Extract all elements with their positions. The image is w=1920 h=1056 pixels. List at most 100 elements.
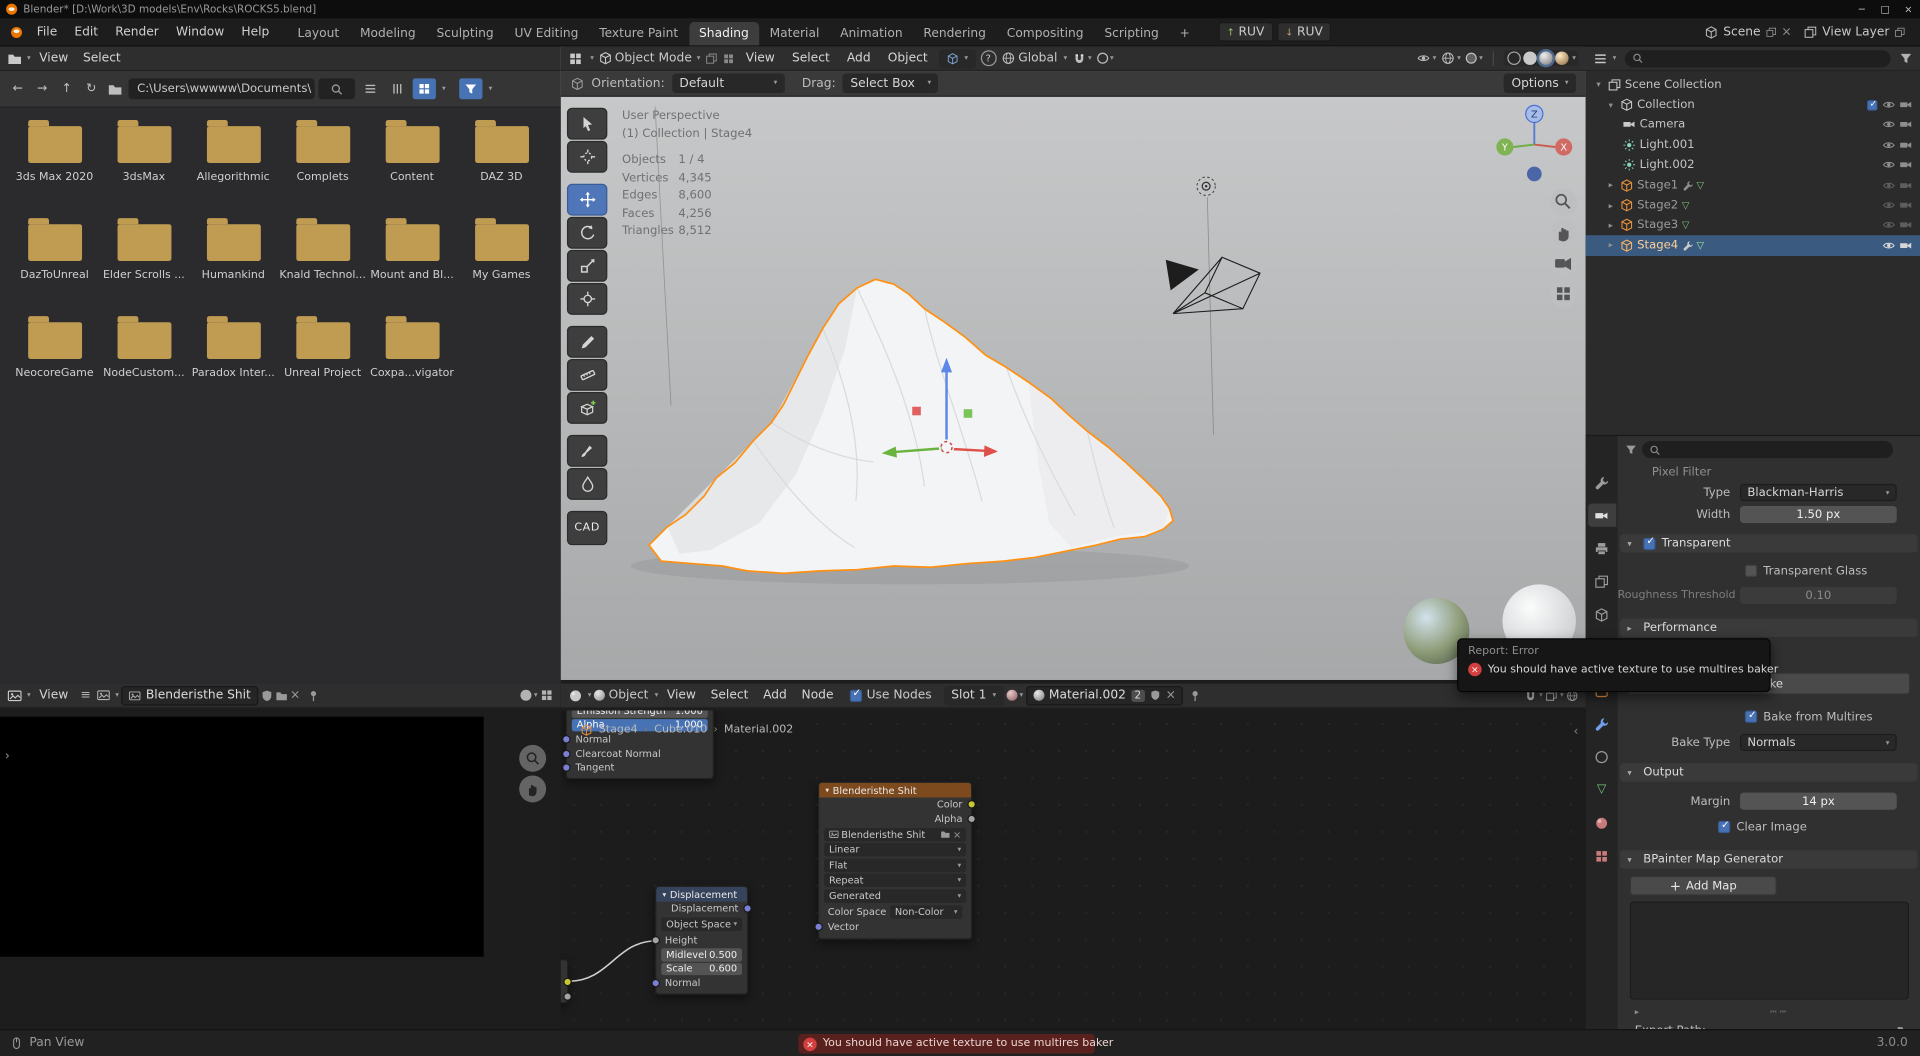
hide-eye-icon[interactable] (1882, 199, 1895, 212)
filter-width-slider[interactable]: 1.50 px (1740, 506, 1897, 523)
disable-render-icon[interactable] (1899, 138, 1912, 151)
mode-dropdown[interactable]: Object Mode (599, 51, 701, 64)
select-box-tool[interactable] (567, 108, 607, 140)
refresh-button[interactable]: ↻ (81, 78, 102, 99)
cursor-tool[interactable] (567, 141, 607, 173)
gizmo-plane-handle-y[interactable] (964, 409, 973, 418)
color-space-dropdown[interactable]: Non-Color (890, 905, 962, 918)
editor-type-caret[interactable] (585, 689, 591, 702)
display-vertical-list-button[interactable] (359, 78, 382, 99)
transparent-section-header[interactable]: ▾Transparent (1620, 534, 1918, 552)
tab-texture-paint[interactable]: Texture Paint (589, 22, 688, 45)
menu-window[interactable]: Window (167, 25, 232, 38)
editor-type-icon[interactable] (1593, 51, 1608, 66)
folder-item[interactable]: NeocoreGame (10, 314, 99, 412)
performance-section-header[interactable]: ▸Performance (1620, 619, 1918, 637)
menu-render[interactable]: Render (107, 25, 168, 38)
material-name-field[interactable]: Material.002 2 × (1026, 685, 1184, 705)
displacement-output-socket[interactable] (743, 904, 752, 913)
output-socket[interactable] (563, 978, 572, 987)
editor-type-caret[interactable] (24, 689, 30, 702)
ne-menu-add[interactable]: Add (757, 689, 793, 702)
ne-menu-select[interactable]: Select (705, 689, 755, 702)
scale-slider[interactable]: Scale0.600 (661, 962, 742, 975)
add-workspace-button[interactable]: + (1170, 22, 1200, 45)
hide-eye-icon[interactable] (1882, 118, 1895, 131)
ruv-unpack-button[interactable]: ↓RUV (1277, 22, 1332, 42)
map-list-box[interactable] (1630, 902, 1909, 1000)
add-cube-tool[interactable] (567, 392, 607, 424)
hide-eye-icon[interactable] (1882, 98, 1895, 111)
pixel-filter-type-dropdown[interactable]: Blackman-Harris (1740, 484, 1897, 501)
vector-socket[interactable] (814, 923, 823, 932)
measure-tool[interactable] (567, 359, 607, 391)
fake-user-shield-icon[interactable] (1150, 690, 1161, 701)
folder-item[interactable]: My Games (457, 216, 546, 314)
disable-render-icon[interactable] (1899, 178, 1912, 191)
orientation-dropdown[interactable]: Default (672, 74, 785, 94)
use-nodes-checkbox[interactable] (849, 689, 861, 701)
disable-render-icon[interactable] (1899, 199, 1912, 212)
tangent-socket[interactable] (562, 763, 571, 772)
annotate-tool[interactable] (567, 326, 607, 358)
folder-item[interactable]: Content (367, 118, 456, 216)
tab-layout[interactable]: Layout (288, 22, 349, 45)
addon-help-button[interactable]: ? (980, 50, 996, 66)
collection-exclude-checkbox[interactable] (1867, 100, 1877, 110)
vp-menu-select[interactable]: Select (786, 51, 836, 64)
drag-dropdown[interactable]: Select Box (843, 74, 939, 94)
up-button[interactable]: ↑ (56, 78, 77, 99)
scale-tool[interactable] (567, 250, 607, 282)
transform-orientation-dropdown[interactable]: Global (1001, 51, 1067, 64)
outliner-row-scene-collection[interactable]: ▾ Scene Collection (1586, 75, 1920, 95)
solid-shading-button[interactable] (1523, 51, 1536, 64)
outliner-row-mesh[interactable]: ▸ Stage3 ▽ (1586, 215, 1920, 235)
sidebar-toggle-arrow[interactable]: ‹ (1573, 725, 1578, 738)
output-section-header[interactable]: ▾Output (1620, 763, 1918, 781)
outliner-row-light[interactable]: Light.002 (1586, 155, 1920, 175)
tab-compositing[interactable]: Compositing (997, 22, 1093, 45)
folder-item[interactable]: 3dsMax (99, 118, 188, 216)
height-socket[interactable] (651, 935, 660, 944)
interpolation-dropdown[interactable]: Linear (824, 843, 966, 856)
projection-dropdown[interactable]: Flat (824, 858, 966, 871)
tab-rendering[interactable]: Rendering (914, 22, 996, 45)
editor-type-icon[interactable] (7, 51, 22, 66)
normal-socket[interactable] (562, 735, 571, 744)
tab-scripting[interactable]: Scripting (1095, 22, 1169, 45)
margin-slider[interactable]: 14 px (1740, 793, 1897, 810)
editor-type-icon[interactable] (568, 51, 583, 66)
image-selector-field[interactable]: Blenderisthe Shit × (824, 828, 966, 841)
pin-icon[interactable] (308, 689, 320, 701)
object-data-properties-tab[interactable]: ▽ (1588, 778, 1616, 801)
browse-image-icon[interactable] (97, 689, 110, 702)
image-canvas[interactable]: › (0, 711, 561, 1030)
vp-menu-view[interactable]: View (740, 51, 781, 64)
ruv-pack-button[interactable]: ↑RUV (1218, 22, 1273, 42)
shading-options-caret[interactable] (1570, 51, 1576, 64)
slot-dropdown[interactable]: Slot 1 (944, 685, 1004, 705)
tab-uv-editing[interactable]: UV Editing (505, 22, 588, 45)
zoom-button[interactable] (1550, 189, 1577, 216)
gizmos-dropdown[interactable] (1441, 51, 1461, 64)
editor-type-caret[interactable] (1610, 51, 1616, 64)
folder-item[interactable]: Unreal Project (278, 314, 367, 412)
menu-file[interactable]: File (28, 25, 66, 38)
tab-modeling[interactable]: Modeling (350, 22, 425, 45)
browse-material-dropdown[interactable] (1006, 689, 1023, 702)
vp-menu-object[interactable]: Object (882, 51, 934, 64)
fake-user-shield-icon[interactable] (261, 689, 273, 701)
disable-render-icon[interactable] (1899, 239, 1912, 252)
tab-material[interactable]: Material (760, 22, 829, 45)
image-options-icon[interactable] (540, 689, 553, 702)
unlink-image-icon[interactable]: × (953, 829, 961, 840)
shader-type-dropdown[interactable]: Object (594, 689, 658, 702)
bake-from-multires-checkbox[interactable] (1745, 711, 1757, 723)
extension-dropdown[interactable]: Repeat (824, 873, 966, 886)
zoom-button[interactable] (519, 745, 546, 772)
folder-item[interactable]: Elder Scrolls ... (99, 216, 188, 314)
output-socket[interactable] (563, 992, 572, 1001)
filter-toggle-button[interactable] (459, 78, 482, 99)
pan-hand-button[interactable] (519, 775, 546, 802)
color-output-socket[interactable] (967, 800, 976, 809)
